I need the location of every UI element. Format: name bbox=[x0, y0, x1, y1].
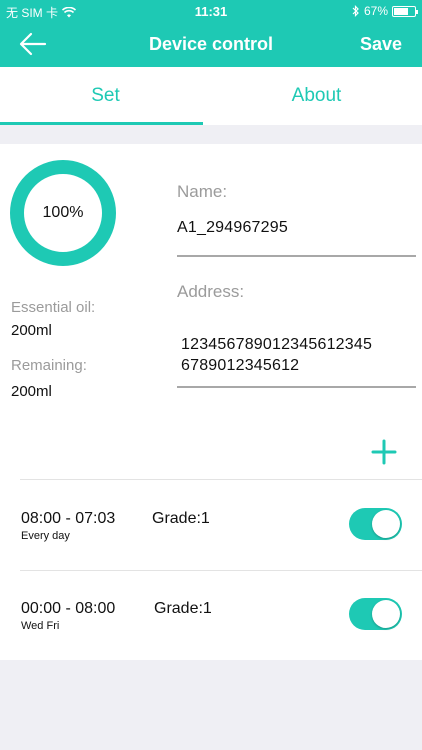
address-field-underline bbox=[177, 386, 416, 388]
schedule-toggle[interactable] bbox=[349, 508, 402, 540]
battery-icon bbox=[392, 5, 418, 17]
schedule-grade: Grade:1 bbox=[154, 600, 212, 617]
toggle-knob bbox=[372, 510, 400, 538]
page-title: Device control bbox=[148, 34, 274, 54]
status-right: 67% bbox=[352, 4, 418, 18]
divider bbox=[20, 479, 422, 480]
name-field[interactable]: A1_294967295 bbox=[177, 217, 288, 238]
name-field-underline bbox=[177, 255, 416, 257]
plus-icon[interactable] bbox=[370, 438, 398, 466]
schedule-days: Every day bbox=[21, 530, 70, 542]
toggle-knob bbox=[372, 600, 400, 628]
address-line-1[interactable]: 12345678901234561234​5 bbox=[181, 334, 372, 355]
remaining-label: Remaining: bbox=[11, 357, 87, 374]
tab-set[interactable]: Set bbox=[0, 67, 211, 125]
divider bbox=[20, 570, 422, 571]
schedule-toggle[interactable] bbox=[349, 598, 402, 630]
battery-percent: 67% bbox=[363, 4, 388, 18]
status-bar: 无 SIM 卡 11:31 67% bbox=[0, 0, 422, 22]
schedule-grade: Grade:1 bbox=[152, 510, 210, 527]
tab-bar: Set About bbox=[0, 67, 422, 125]
nav-bar: Device control Save bbox=[0, 22, 422, 67]
essential-oil-label: Essential oil: bbox=[11, 299, 96, 316]
oil-level-ring: 100% bbox=[10, 160, 116, 266]
essential-oil-value: 200ml bbox=[11, 322, 52, 339]
schedule-time: 00:00 - 08:00 bbox=[21, 600, 116, 617]
name-label: Name: bbox=[177, 182, 228, 201]
oil-level-percent: 100% bbox=[42, 204, 84, 221]
tab-about[interactable]: About bbox=[211, 67, 422, 125]
schedule-time: 08:00 - 07:03 bbox=[21, 510, 116, 527]
schedule-days: Wed Fri bbox=[21, 620, 60, 632]
save-button[interactable]: Save bbox=[360, 34, 402, 55]
bluetooth-icon bbox=[352, 5, 359, 17]
address-label: Address: bbox=[177, 282, 245, 301]
address-line-2[interactable]: 6789012345612 bbox=[181, 355, 299, 376]
tab-indicator bbox=[0, 122, 203, 125]
remaining-value: 200ml bbox=[11, 383, 52, 400]
